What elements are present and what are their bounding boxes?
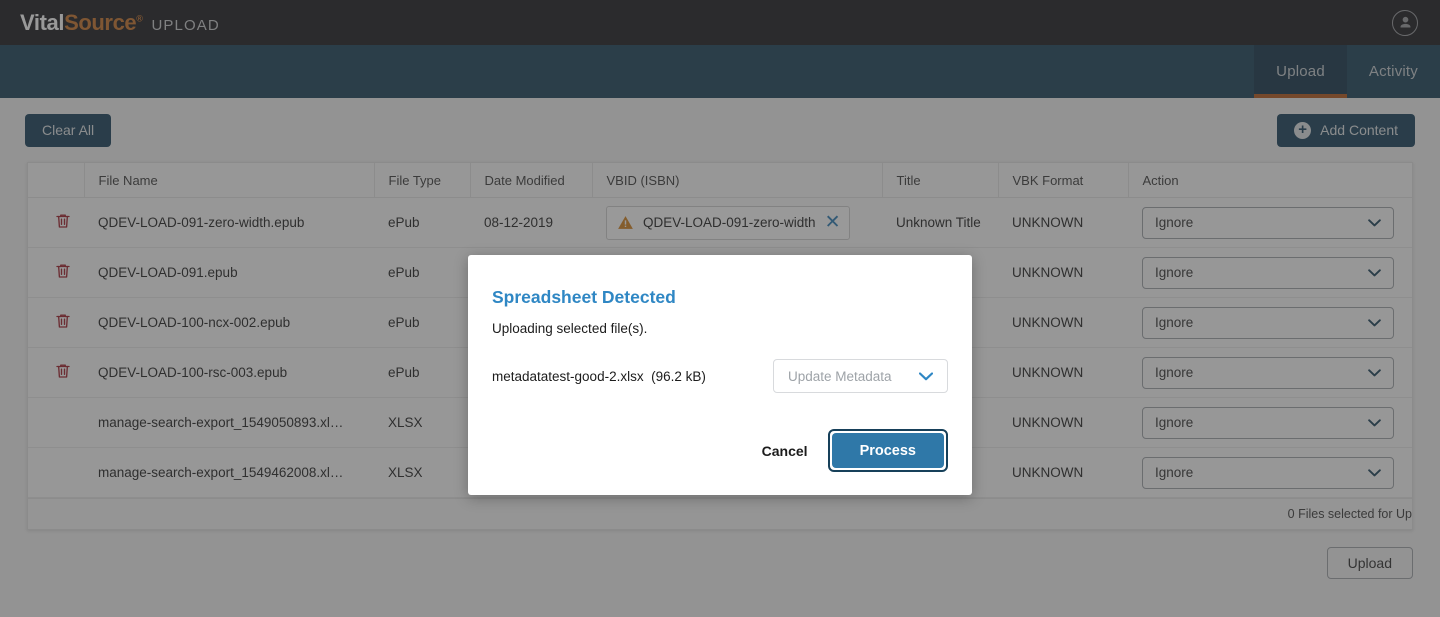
process-button[interactable]: Process [831,433,944,468]
process-button-focus-ring: Process [827,429,948,472]
spreadsheet-detected-dialog: Spreadsheet Detected Uploading selected … [468,255,972,495]
update-metadata-select-value: Update Metadata [788,368,892,384]
dialog-subtitle: Uploading selected file(s). [492,321,648,336]
dialog-file-row: metadatatest-good-2.xlsx (96.2 kB) Updat… [492,359,948,393]
process-button-label: Process [859,442,916,459]
chevron-down-icon [918,370,934,383]
update-metadata-select[interactable]: Update Metadata [773,359,948,393]
dialog-file-size: (96.2 kB) [651,368,706,384]
dialog-file-name: metadatatest-good-2.xlsx [492,368,644,384]
cancel-button[interactable]: Cancel [748,435,822,467]
dialog-actions: Cancel Process [492,429,948,472]
cancel-button-label: Cancel [761,442,808,459]
dialog-file-info: metadatatest-good-2.xlsx (96.2 kB) [492,369,706,384]
dialog-title: Spreadsheet Detected [492,287,676,307]
